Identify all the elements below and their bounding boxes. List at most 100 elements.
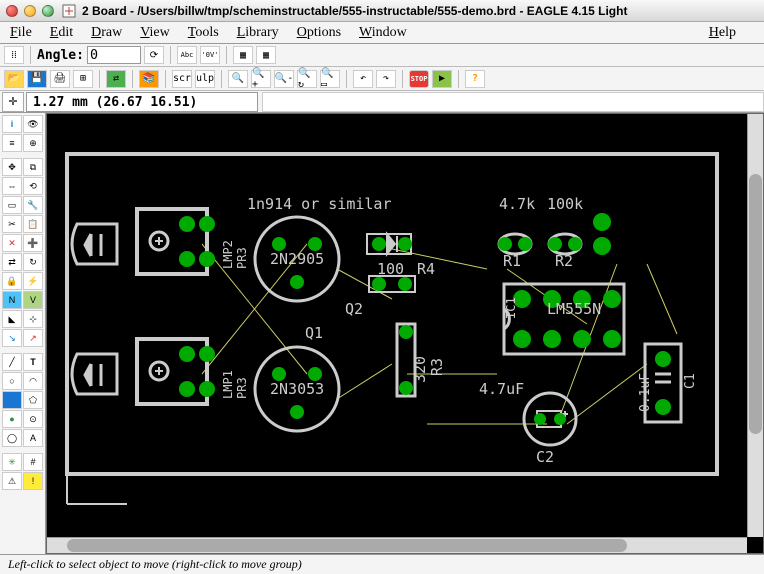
mark-tool-icon[interactable]: ⊕ [23, 134, 43, 152]
svg-text:LMP2: LMP2 [221, 240, 235, 269]
mirror-tool-icon[interactable]: ⇔ [2, 177, 22, 195]
via-tool-icon[interactable]: ● [2, 410, 22, 428]
svg-text:4.7uF: 4.7uF [479, 380, 524, 398]
replace-tool-icon[interactable]: ↻ [23, 253, 43, 271]
svg-text:C2: C2 [536, 448, 554, 466]
hole-tool-icon[interactable]: ◯ [2, 429, 22, 447]
split-tool-icon[interactable]: ⊹ [23, 310, 43, 328]
main-area: i👁 ≡⊕ ✥⧉ ⇔⟲ ▭🔧 ✂📋 ✕➕ ⇄↻ 🔒⚡ NV ◣⊹ ↘↗ ╱T ○… [0, 113, 764, 554]
group-tool-icon[interactable]: ▭ [2, 196, 22, 214]
text-tool-icon[interactable]: T [23, 353, 43, 371]
library-icon[interactable]: 📚 [139, 70, 159, 88]
command-input[interactable] [262, 92, 764, 112]
circle-tool-icon[interactable]: ○ [2, 372, 22, 390]
minimize-icon[interactable] [24, 5, 36, 17]
delete-tool-icon[interactable]: ✕ [2, 234, 22, 252]
help-icon[interactable]: ? [465, 70, 485, 88]
erc-tool-icon[interactable]: ⚠ [2, 472, 22, 490]
polygon-tool-icon[interactable]: ⬠ [23, 391, 43, 409]
wire-tool-icon[interactable]: ╱ [2, 353, 22, 371]
grid1-icon[interactable]: ▦ [233, 46, 253, 64]
grid2-icon[interactable]: ▦ [256, 46, 276, 64]
eye-tool-icon[interactable]: 👁 [23, 115, 43, 133]
close-icon[interactable] [6, 5, 18, 17]
arc-tool-icon[interactable]: ◠ [23, 372, 43, 390]
grid-dots-icon[interactable]: ⁞⁞ [4, 46, 24, 64]
info-tool-icon[interactable]: i [2, 115, 22, 133]
name-tool-icon[interactable]: N [2, 291, 22, 309]
cam-icon[interactable]: ⊞ [73, 70, 93, 88]
save-icon[interactable]: 💾 [27, 70, 47, 88]
zoom-redraw-icon[interactable]: 🔍↻ [297, 70, 317, 88]
status-text: Left-click to select object to move (rig… [8, 557, 302, 572]
print-icon[interactable]: 🖨 [50, 70, 70, 88]
scrollbar-horizontal[interactable] [47, 537, 747, 553]
script-icon[interactable]: scr [172, 70, 192, 88]
text-abc-icon[interactable]: Abc [177, 46, 197, 64]
cursor-mode-icon[interactable]: ✛ [2, 92, 24, 112]
menu-file[interactable]: File [10, 25, 32, 41]
svg-text:R2: R2 [555, 252, 573, 270]
rotate-tool-icon[interactable]: ⟲ [23, 177, 43, 195]
svg-text:2N3053: 2N3053 [270, 380, 324, 398]
attr-tool-icon[interactable]: A [23, 429, 43, 447]
zoom-out-icon[interactable]: 🔍- [274, 70, 294, 88]
svg-text:0.1uF: 0.1uF [638, 373, 653, 412]
menu-edit[interactable]: Edit [50, 25, 73, 41]
errors-tool-icon[interactable]: ! [23, 472, 43, 490]
copy-tool-icon[interactable]: ⧉ [23, 158, 43, 176]
zoom-icon[interactable] [42, 5, 54, 17]
action-toolbar: 📂 💾 🖨 ⊞ ⇄ 📚 scr ulp 🔍 🔍+ 🔍- 🔍↻ 🔍▭ ↶ ↷ ST… [0, 67, 764, 91]
text-val-icon[interactable]: '0V' [200, 46, 220, 64]
board-canvas[interactable]: 1n914 or similar 4.7k 100k R1 R2 2N2905 … [47, 114, 763, 553]
menu-window[interactable]: Window [359, 25, 407, 41]
auto-tool-icon[interactable]: # [23, 453, 43, 471]
move-tool-icon[interactable]: ✥ [2, 158, 22, 176]
zoom-fit-icon[interactable]: 🔍 [228, 70, 248, 88]
miter-tool-icon[interactable]: ◣ [2, 310, 22, 328]
add-tool-icon[interactable]: ➕ [23, 234, 43, 252]
rect-tool-icon[interactable] [2, 391, 22, 409]
titlebar: 2 Board - /Users/billw/tmp/scheminstruct… [0, 0, 764, 22]
svg-text:LMP1: LMP1 [221, 370, 235, 399]
ulp-icon[interactable]: ulp [195, 70, 215, 88]
svg-text:PR3: PR3 [235, 247, 249, 269]
ratsnest-tool-icon[interactable]: ✳ [2, 453, 22, 471]
window-title: 2 Board - /Users/billw/tmp/scheminstruct… [82, 4, 627, 18]
undo-icon[interactable]: ↶ [353, 70, 373, 88]
ripup-tool-icon[interactable]: ↗ [23, 329, 43, 347]
smash-tool-icon[interactable]: ⚡ [23, 272, 43, 290]
svg-text:100k: 100k [547, 195, 583, 213]
route-tool-icon[interactable]: ↘ [2, 329, 22, 347]
angle-flip-icon[interactable]: ⟳ [144, 46, 164, 64]
menu-library[interactable]: Library [237, 25, 279, 41]
cut-tool-icon[interactable]: ✂ [2, 215, 22, 233]
zoom-in-icon[interactable]: 🔍+ [251, 70, 271, 88]
menu-tools[interactable]: Tools [188, 25, 219, 41]
zoom-select-icon[interactable]: 🔍▭ [320, 70, 340, 88]
board-schematic-icon[interactable]: ⇄ [106, 70, 126, 88]
paste-tool-icon[interactable]: 📋 [23, 215, 43, 233]
menu-view[interactable]: View [140, 25, 170, 41]
redo-icon[interactable]: ↷ [376, 70, 396, 88]
menu-draw[interactable]: Draw [91, 25, 122, 41]
angle-input[interactable] [87, 46, 141, 64]
change-tool-icon[interactable]: 🔧 [23, 196, 43, 214]
scrollbar-vertical[interactable] [747, 114, 763, 537]
svg-text:Q2: Q2 [345, 300, 363, 318]
svg-text:R1: R1 [503, 252, 521, 270]
menu-options[interactable]: Options [297, 25, 341, 41]
canvas-wrap: 1n914 or similar 4.7k 100k R1 R2 2N2905 … [46, 113, 764, 554]
menu-help[interactable]: Help [709, 25, 736, 41]
menubar: File Edit Draw View Tools Library Option… [0, 22, 764, 44]
value-tool-icon[interactable]: V [23, 291, 43, 309]
pinswap-tool-icon[interactable]: ⇄ [2, 253, 22, 271]
svg-text:C1: C1 [683, 373, 698, 389]
signal-tool-icon[interactable]: ⊙ [23, 410, 43, 428]
layers-tool-icon[interactable]: ≡ [2, 134, 22, 152]
open-icon[interactable]: 📂 [4, 70, 24, 88]
go-icon[interactable]: ▶ [432, 70, 452, 88]
lock-tool-icon[interactable]: 🔒 [2, 272, 22, 290]
stop-icon[interactable]: STOP [409, 70, 429, 88]
r2 [548, 234, 582, 254]
